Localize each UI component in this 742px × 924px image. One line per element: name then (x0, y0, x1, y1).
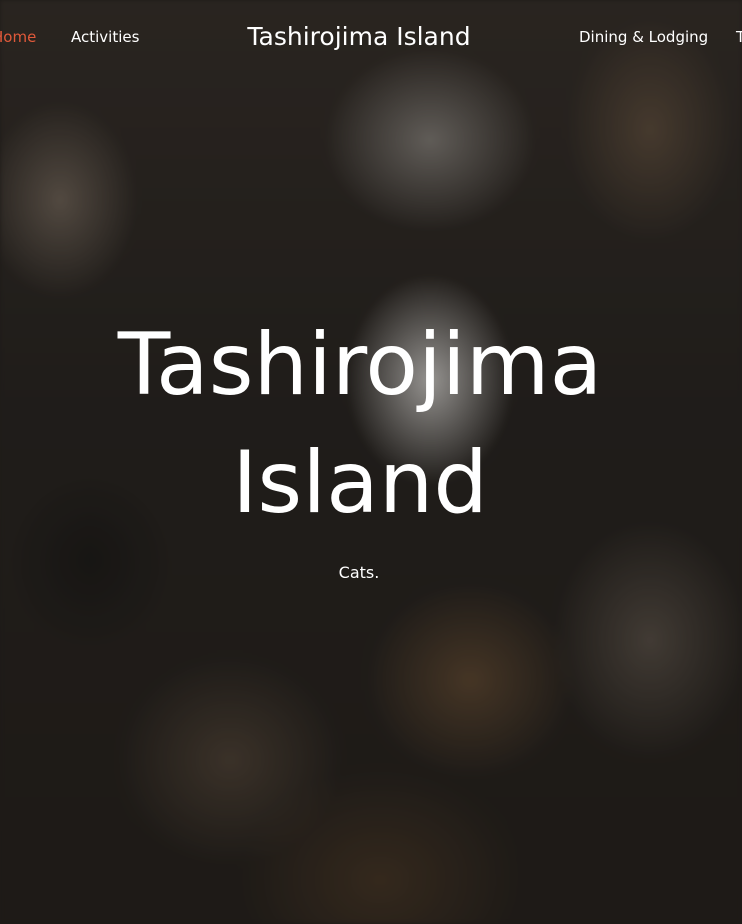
hero-title-line-1: Tashirojima (117, 315, 603, 415)
nav-item-truncated[interactable]: T (736, 28, 742, 46)
top-nav: Home Activities Tashirojima Island Dinin… (0, 0, 742, 76)
hero-title: Tashirojima Island (0, 306, 720, 542)
hero-title-line-2: Island (232, 433, 488, 533)
nav-item-dining-lodging[interactable]: Dining & Lodging (579, 28, 708, 46)
page: Home Activities Tashirojima Island Dinin… (0, 0, 742, 924)
hero-subtitle: Cats. (338, 563, 380, 582)
